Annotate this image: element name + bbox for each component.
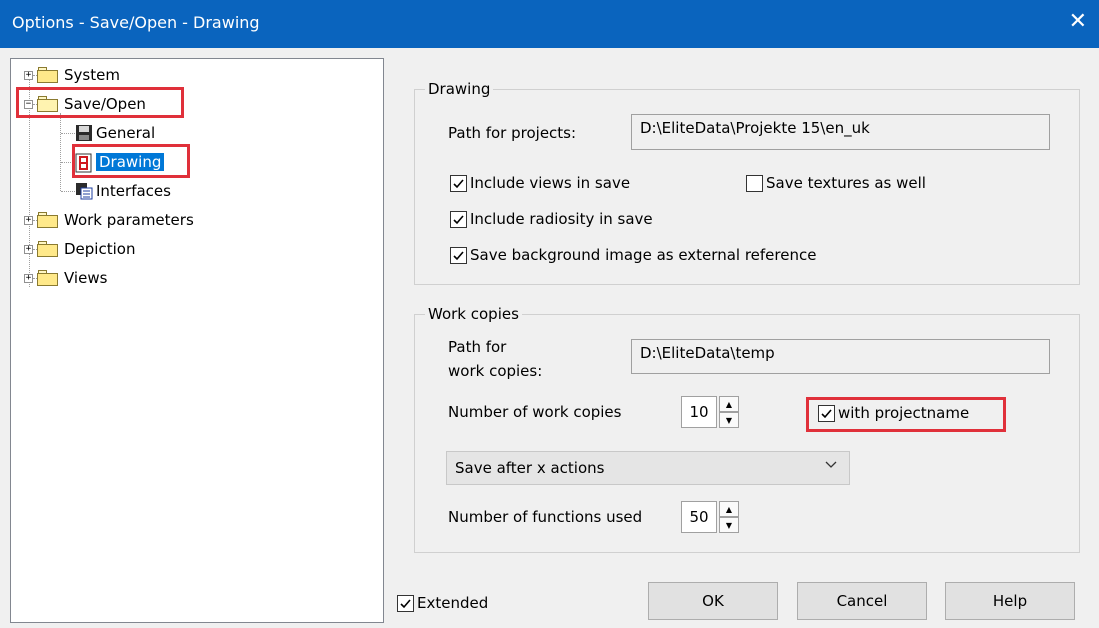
number-work-copies-label: Number of work copies [448, 403, 622, 421]
tree-item-label: Views [64, 269, 108, 287]
options-tree[interactable]: + System − Save/Open General Drawing Int… [10, 58, 384, 623]
spin-down-icon[interactable]: ▼ [719, 517, 739, 533]
expand-icon[interactable]: + [24, 215, 33, 225]
save-mode-dropdown[interactable]: Save after x actions [446, 451, 850, 485]
tree-item-work-parameters[interactable]: + Work parameters [24, 208, 194, 232]
path-work-copies-field[interactable]: D:\EliteData\temp [631, 339, 1050, 374]
spin-up-icon[interactable]: ▲ [719, 501, 739, 517]
spin-down-icon[interactable]: ▼ [719, 412, 739, 428]
tree-item-depiction[interactable]: + Depiction [24, 237, 135, 261]
folder-icon [37, 241, 59, 257]
highlight-drawing [72, 144, 190, 178]
expand-icon[interactable]: + [24, 244, 33, 254]
functions-used-label: Number of functions used [448, 508, 643, 526]
extended-label: Extended [417, 594, 489, 612]
checkbox-box [450, 210, 467, 228]
work-copies-group-title: Work copies [425, 305, 522, 323]
save-background-label: Save background image as external refere… [470, 246, 817, 264]
help-button[interactable]: Help [945, 582, 1075, 620]
tree-item-label: Work parameters [64, 211, 194, 229]
checkbox-box [746, 174, 763, 192]
include-views-label: Include views in save [470, 174, 631, 192]
tree-item-label: Interfaces [96, 182, 171, 200]
include-radiosity-checkbox[interactable]: Include radiosity in save [450, 210, 653, 228]
ok-button[interactable]: OK [648, 582, 778, 620]
with-projectname-checkbox[interactable]: with projectname [818, 404, 969, 422]
expand-icon[interactable]: + [24, 70, 33, 80]
tree-item-label: General [96, 124, 156, 142]
save-textures-checkbox[interactable]: Save textures as well [746, 174, 926, 192]
folder-icon [37, 270, 59, 286]
path-projects-label: Path for projects: [448, 124, 577, 142]
save-textures-label: Save textures as well [766, 174, 926, 192]
interfaces-icon [75, 182, 93, 200]
checkbox-box [450, 174, 467, 192]
checkbox-box [818, 404, 835, 422]
with-projectname-label: with projectname [838, 404, 970, 422]
tree-item-general[interactable]: General [71, 121, 155, 145]
checkbox-box [397, 594, 414, 612]
path-projects-field[interactable]: D:\EliteData\Projekte 15\en_uk [631, 114, 1050, 150]
extended-checkbox[interactable]: Extended [397, 594, 488, 612]
chevron-down-icon [825, 458, 837, 473]
checkbox-box [450, 246, 467, 264]
number-work-copies-value[interactable]: 10 [681, 396, 717, 428]
include-views-checkbox[interactable]: Include views in save [450, 174, 630, 192]
cancel-button[interactable]: Cancel [797, 582, 927, 620]
close-icon[interactable]: ✕ [1069, 10, 1087, 34]
spin-up-icon[interactable]: ▲ [719, 396, 739, 412]
floppy-disk-icon [75, 124, 92, 142]
tree-item-label: System [64, 66, 120, 84]
title-bar: Options - Save/Open - Drawing ✕ [0, 0, 1099, 48]
save-mode-selected: Save after x actions [455, 459, 605, 477]
include-radiosity-label: Include radiosity in save [470, 210, 653, 228]
folder-icon [37, 212, 59, 228]
functions-used-value[interactable]: 50 [681, 501, 717, 533]
functions-used-stepper[interactable]: 50 ▲ ▼ [681, 501, 739, 533]
folder-icon [37, 67, 59, 83]
tree-item-views[interactable]: + Views [24, 266, 107, 290]
expand-icon[interactable]: + [24, 273, 33, 283]
tree-item-interfaces[interactable]: Interfaces [71, 179, 171, 203]
drawing-group-title: Drawing [425, 80, 494, 98]
tree-item-system[interactable]: + System [24, 63, 120, 87]
number-work-copies-stepper[interactable]: 10 ▲ ▼ [681, 396, 739, 428]
tree-item-label: Depiction [64, 240, 136, 258]
highlight-save-open [16, 87, 184, 118]
path-work-copies-label-line1: Path for [448, 338, 507, 356]
path-work-copies-label-line2: work copies: [448, 362, 543, 380]
save-background-checkbox[interactable]: Save background image as external refere… [450, 246, 816, 264]
options-dialog: Options - Save/Open - Drawing ✕ + System… [0, 0, 1099, 628]
window-title: Options - Save/Open - Drawing [12, 13, 260, 32]
